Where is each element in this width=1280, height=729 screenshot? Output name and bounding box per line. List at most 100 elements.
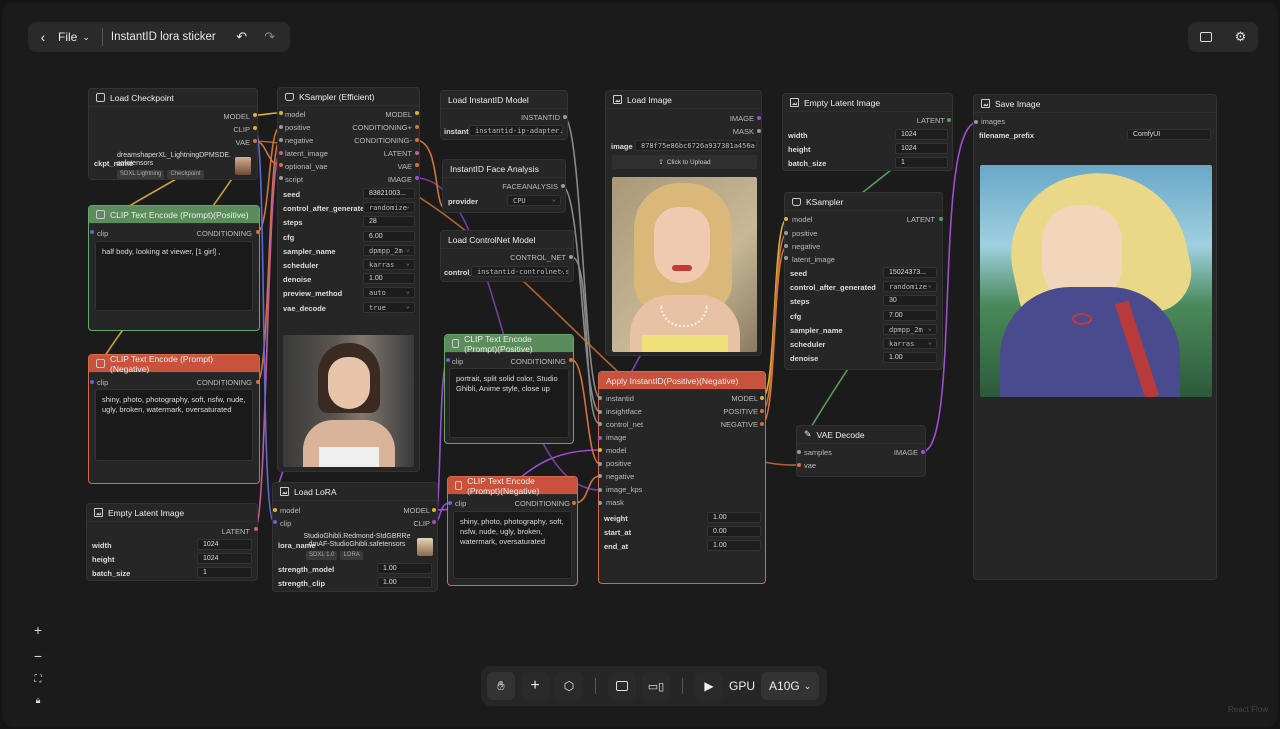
provider-select[interactable]: CPU <box>507 195 561 206</box>
zoom-out-button[interactable]: − <box>34 648 42 664</box>
batch-size-input[interactable]: 1 <box>197 567 252 578</box>
terminal-button[interactable] <box>608 672 636 700</box>
port-dot[interactable] <box>760 396 764 400</box>
port-dot[interactable] <box>448 501 452 505</box>
port-dot[interactable] <box>784 244 788 248</box>
node-save-image[interactable]: Save Image images filename_prefix ComfyU… <box>973 94 1217 580</box>
node-empty-latent-left[interactable]: Empty Latent Image LATENT width 1024 hei… <box>86 503 258 581</box>
canvas[interactable]: ‹ File ⌄ InstantID lora sticker ↶ ↷ ⚙ + … <box>2 2 1278 727</box>
control-after-generated-input[interactable]: randomize <box>363 202 415 214</box>
node-ksampler[interactable]: KSampler model positive negative latent_… <box>784 192 943 370</box>
undo-button[interactable]: ↶ <box>230 22 254 52</box>
prompt-textarea[interactable]: half body, looking at viewer, [1 girl] , <box>95 241 253 311</box>
filename-prefix-input[interactable]: ComfyUI <box>1127 129 1211 140</box>
image-select[interactable]: 878f75e86bc6726a937381a456a... <box>635 140 757 151</box>
settings-button[interactable]: ⚙ <box>1229 22 1253 52</box>
port-dot[interactable] <box>415 125 419 129</box>
node-clip-positive-2[interactable]: CLIP Text Encode (Prompt)(Positive) clip… <box>444 334 574 444</box>
redo-button[interactable]: ↷ <box>258 22 282 52</box>
port-dot[interactable] <box>572 501 576 505</box>
port-dot[interactable] <box>253 139 257 143</box>
node-header[interactable]: Empty Latent Image <box>87 504 257 522</box>
port-dot[interactable] <box>415 176 419 180</box>
node-header[interactable]: CLIP Text Encode (Prompt)(Negative) <box>89 354 259 374</box>
gpu-select[interactable]: A10G ⌄ <box>761 672 820 700</box>
node-header[interactable]: CLIP Text Encode (Prompt)(Positive) <box>89 206 259 224</box>
start-at-input[interactable]: 0.00 <box>707 526 761 537</box>
port-dot[interactable] <box>797 463 801 467</box>
port-dot[interactable] <box>569 358 573 362</box>
steps-input[interactable]: 28 <box>363 216 415 228</box>
sampler-name-input[interactable]: dpmpp_2m <box>363 244 415 256</box>
preview-method-input[interactable]: auto <box>363 287 415 299</box>
port-dot[interactable] <box>279 163 283 167</box>
port-dot[interactable] <box>797 450 801 454</box>
port-dot[interactable] <box>279 176 283 180</box>
node-header[interactable]: CLIP Text Encode (Prompt)(Negative) <box>448 476 577 496</box>
port-dot[interactable] <box>415 111 419 115</box>
port-dot[interactable] <box>273 508 277 512</box>
port-dot[interactable] <box>598 410 602 414</box>
port-dot[interactable] <box>253 126 257 130</box>
port-dot[interactable] <box>598 448 602 452</box>
port-dot[interactable] <box>279 111 283 115</box>
weight-input[interactable]: 1.00 <box>707 512 761 523</box>
node-header[interactable]: Load ControlNet Model <box>441 231 573 249</box>
port-dot[interactable] <box>279 151 283 155</box>
node-face-analysis[interactable]: InstantID Face Analysis FACEANALYSIS pro… <box>442 159 566 213</box>
prompt-textarea[interactable]: shiny, photo, photography, soft, nsfw, n… <box>453 511 572 579</box>
pan-tool-button[interactable]: ✋︎ <box>487 672 515 700</box>
node-header[interactable]: Load Checkpoint <box>89 89 257 107</box>
port-dot[interactable] <box>432 508 436 512</box>
port-dot[interactable] <box>598 501 602 505</box>
react-flow-attribution[interactable]: React Flow <box>1228 705 1268 714</box>
denoise-input[interactable]: 1.00 <box>883 352 937 364</box>
port-dot[interactable] <box>415 138 419 142</box>
port-dot[interactable] <box>563 115 567 119</box>
port-dot[interactable] <box>273 520 277 524</box>
upload-button[interactable]: ⇪ Click to Upload <box>612 155 757 169</box>
port-dot[interactable] <box>939 217 943 221</box>
node-load-checkpoint[interactable]: Load Checkpoint MODEL CLIP VAE ckpt_name… <box>88 88 258 180</box>
node-header[interactable]: KSampler (Efficient) <box>278 88 419 106</box>
port-dot[interactable] <box>757 116 761 120</box>
scheduler-input[interactable]: karras <box>363 259 415 270</box>
seed-input[interactable]: 15024373... <box>883 267 937 278</box>
width-input[interactable]: 1024 <box>197 539 252 550</box>
node-header[interactable]: KSampler <box>785 193 942 211</box>
instantid-select[interactable]: instantid-ip-adapter... <box>469 125 563 136</box>
port-dot[interactable] <box>256 380 260 384</box>
port-dot[interactable] <box>598 396 602 400</box>
port-dot[interactable] <box>784 217 788 221</box>
port-dot[interactable] <box>415 151 419 155</box>
cfg-input[interactable]: 6.00 <box>363 230 415 242</box>
control-after-generated-input[interactable]: randomize <box>883 281 937 293</box>
node-header[interactable]: Load LoRA <box>273 483 437 501</box>
strength-clip-input[interactable]: 1.00 <box>377 577 432 588</box>
node-header[interactable]: CLIP Text Encode (Prompt)(Positive) <box>445 334 573 354</box>
zoom-in-button[interactable]: + <box>34 622 42 638</box>
port-dot[interactable] <box>598 462 602 466</box>
port-dot[interactable] <box>757 129 761 133</box>
port-dot[interactable] <box>415 163 419 167</box>
port-dot[interactable] <box>432 520 436 524</box>
port-dot[interactable] <box>974 120 978 124</box>
width-input[interactable]: 1024 <box>895 129 948 140</box>
port-dot[interactable] <box>256 230 260 234</box>
port-dot[interactable] <box>598 488 602 492</box>
node-clip-negative[interactable]: CLIP Text Encode (Prompt)(Negative) clip… <box>88 354 260 484</box>
port-dot[interactable] <box>598 436 602 440</box>
node-header[interactable]: ✎ VAE Decode <box>797 426 925 444</box>
node-empty-latent-right[interactable]: Empty Latent Image LATENT width 1024 hei… <box>782 93 953 171</box>
sampler-name-input[interactable]: dpmpp_2m <box>883 323 937 335</box>
node-apply-instantid[interactable]: Apply InstantID(Positive)(Negative) inst… <box>598 371 766 584</box>
node-load-image[interactable]: Load Image IMAGE MASK image 878f75e86bc6… <box>605 90 762 356</box>
port-dot[interactable] <box>279 125 283 129</box>
ckpt-select[interactable]: dreamshaperXL_LightningDPMSDE.safetensor… <box>117 152 233 179</box>
node-header[interactable]: Empty Latent Image <box>783 94 952 112</box>
port-dot[interactable] <box>760 409 764 413</box>
panel-button[interactable] <box>1194 22 1218 52</box>
steps-input[interactable]: 30 <box>883 295 937 307</box>
port-dot[interactable] <box>561 184 565 188</box>
node-header[interactable]: InstantID Face Analysis <box>443 160 565 178</box>
